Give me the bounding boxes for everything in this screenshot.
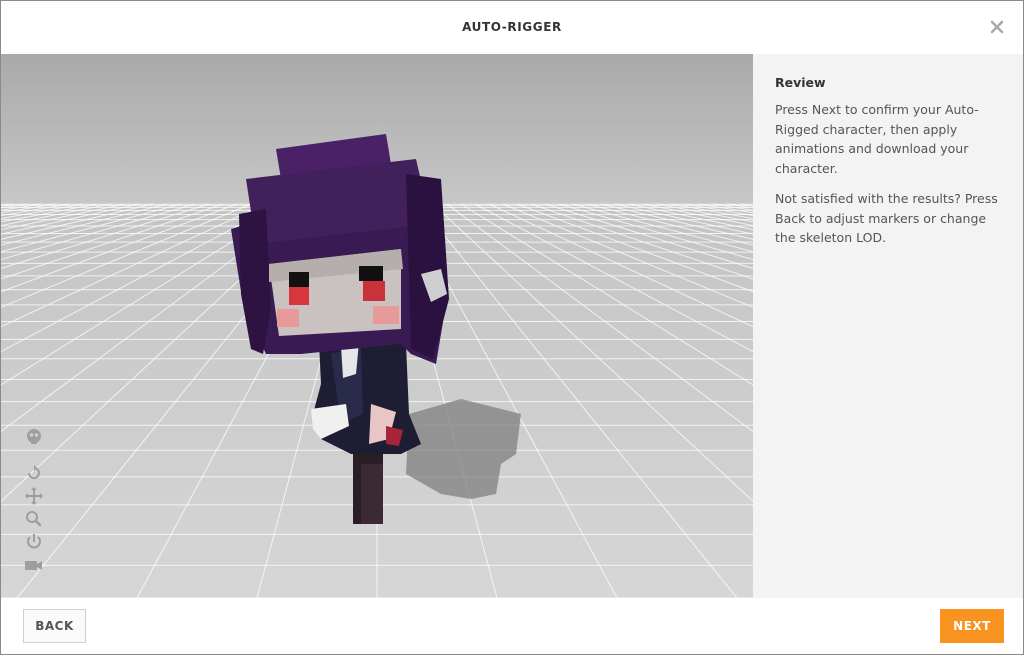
move-icon[interactable] [23,487,45,505]
dialog-title: AUTO-RIGGER [462,20,562,34]
panel-help: Not satisfied with the results? Press Ba… [775,191,998,245]
next-button[interactable]: NEXT [940,609,1004,643]
close-icon[interactable] [989,19,1005,35]
power-icon[interactable] [23,533,45,551]
panel-instructions: Press Next to confirm your Auto-Rigged c… [775,102,979,176]
panel-heading: Review [775,75,826,90]
rotate-icon[interactable] [23,464,45,482]
back-button[interactable]: BACK [23,609,86,643]
camera-icon[interactable] [23,556,45,574]
zoom-icon[interactable] [23,510,45,528]
dialog-footer: BACK NEXT [1,598,1023,654]
review-panel: Review Press Next to confirm your Auto-R… [753,54,1023,598]
skeleton-icon[interactable] [23,428,45,446]
dialog-header: AUTO-RIGGER [1,1,1023,54]
3d-viewport[interactable] [1,54,753,598]
